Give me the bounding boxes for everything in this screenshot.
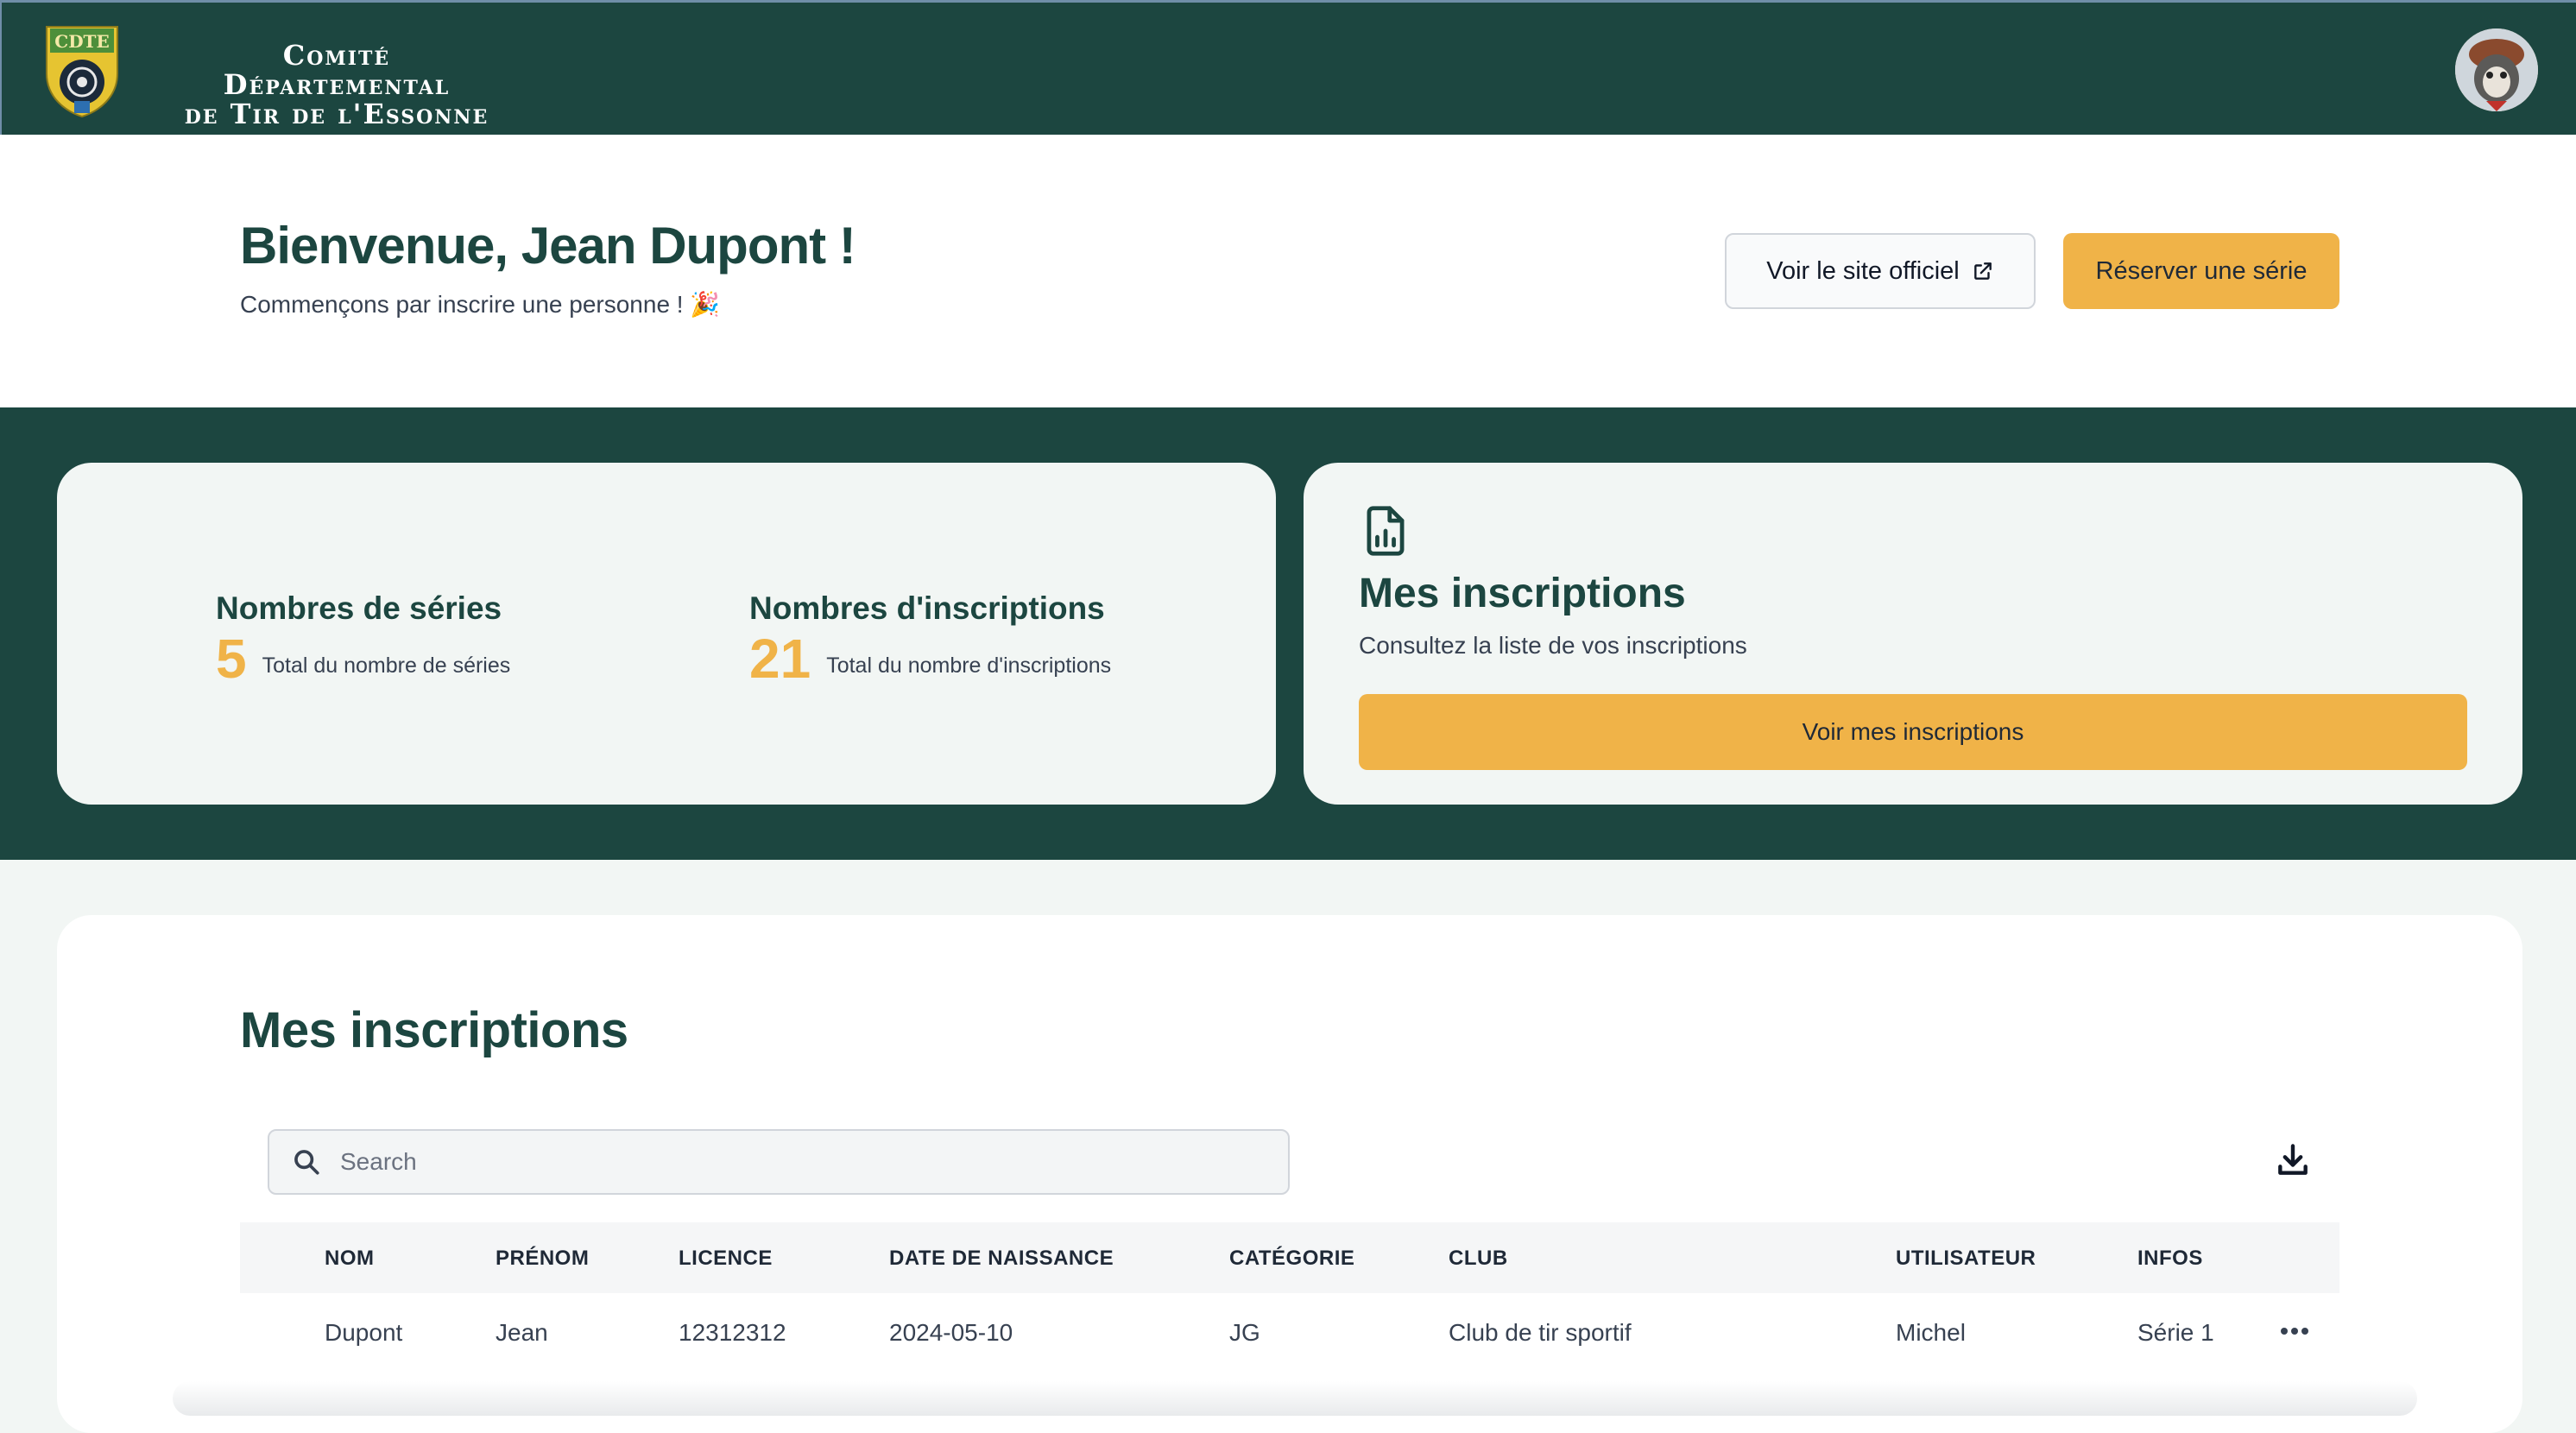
cell-utilisateur: Michel — [1896, 1319, 1966, 1346]
scroll-fade — [173, 1381, 2417, 1416]
welcome-title: Bienvenue, Jean Dupont ! — [240, 217, 856, 275]
table-header: NOM PRÉNOM LICENCE DATE DE NAISSANCE CAT… — [240, 1222, 2339, 1293]
inscriptions-card-description: Consultez la liste de vos inscriptions — [1359, 632, 1747, 659]
cell-categorie: JG — [1229, 1319, 1260, 1346]
crest-logo-icon[interactable]: CDTE — [43, 22, 121, 118]
reserve-series-button[interactable]: Réserver une série — [2063, 233, 2339, 309]
external-link-icon — [1973, 262, 1992, 280]
column-header-club[interactable]: CLUB — [1449, 1247, 1508, 1271]
official-site-button-label: Voir le site officiel — [1766, 256, 1960, 285]
download-icon[interactable] — [2274, 1141, 2312, 1179]
top-bar: CDTE Comité Départemental de Tir de l'Es… — [0, 0, 2576, 135]
cell-date-naissance: 2024-05-10 — [889, 1319, 1013, 1346]
brand-name[interactable]: Comité Départemental de Tir de l'Essonne — [181, 41, 492, 129]
column-header-licence[interactable]: LICENCE — [679, 1247, 773, 1271]
inscriptions-list-panel: Mes inscriptions NOM PRÉNOM LICENCE DATE… — [57, 915, 2522, 1433]
cell-infos: Série 1 — [2137, 1319, 2214, 1346]
series-count: 5 — [216, 628, 247, 690]
welcome-subtitle: Commençons par inscrire une personne ! 🎉 — [240, 291, 721, 318]
document-chart-icon — [1367, 506, 1405, 556]
column-header-categorie[interactable]: CATÉGORIE — [1229, 1247, 1354, 1271]
cell-prenom: Jean — [496, 1319, 548, 1346]
cell-club: Club de tir sportif — [1449, 1319, 1632, 1346]
more-options-icon[interactable] — [2277, 1324, 2312, 1338]
welcome-section: Bienvenue, Jean Dupont ! Commençons par … — [0, 135, 2576, 407]
brand-line-2: de Tir de l'Essonne — [184, 98, 489, 130]
column-header-prenom[interactable]: PRÉNOM — [496, 1247, 589, 1271]
cell-licence: 12312312 — [679, 1319, 786, 1346]
inscriptions-stat-title: Nombres d'inscriptions — [749, 590, 1105, 626]
summary-band: Nombres de séries 5 Total du nombre de s… — [0, 407, 2576, 860]
brand-line-1: Comité Départemental — [223, 39, 451, 101]
official-site-button[interactable]: Voir le site officiel — [1725, 233, 2036, 309]
inscriptions-stat: Nombres d'inscriptions 21 Total du nombr… — [749, 590, 1112, 690]
cell-nom: Dupont — [325, 1319, 403, 1346]
view-inscriptions-button[interactable]: Voir mes inscriptions — [1359, 694, 2467, 770]
search-box[interactable] — [268, 1129, 1290, 1195]
series-stat: Nombres de séries 5 Total du nombre de s… — [216, 590, 511, 690]
table-row[interactable]: Dupont Jean 12312312 2024-05-10 JG Club … — [240, 1293, 2339, 1376]
user-avatar-icon[interactable] — [2455, 28, 2538, 111]
column-header-date-naissance[interactable]: DATE DE NAISSANCE — [889, 1247, 1114, 1271]
series-count-label: Total du nombre de séries — [262, 653, 511, 678]
column-header-nom[interactable]: NOM — [325, 1247, 375, 1271]
list-title: Mes inscriptions — [240, 1002, 628, 1058]
inscriptions-card-title: Mes inscriptions — [1359, 571, 1686, 616]
series-stat-title: Nombres de séries — [216, 590, 502, 626]
inscriptions-table: NOM PRÉNOM LICENCE DATE DE NAISSANCE CAT… — [240, 1222, 2339, 1376]
inscriptions-count-label: Total du nombre d'inscriptions — [826, 653, 1112, 678]
svg-text:CDTE: CDTE — [54, 31, 109, 52]
stats-card: Nombres de séries 5 Total du nombre de s… — [57, 463, 1276, 805]
search-input[interactable] — [340, 1148, 1203, 1176]
inscriptions-count: 21 — [749, 628, 811, 690]
column-header-utilisateur[interactable]: UTILISATEUR — [1896, 1247, 2036, 1271]
inscriptions-card: Mes inscriptions Consultez la liste de v… — [1304, 463, 2522, 805]
search-icon — [294, 1150, 319, 1175]
column-header-infos[interactable]: INFOS — [2137, 1247, 2203, 1271]
